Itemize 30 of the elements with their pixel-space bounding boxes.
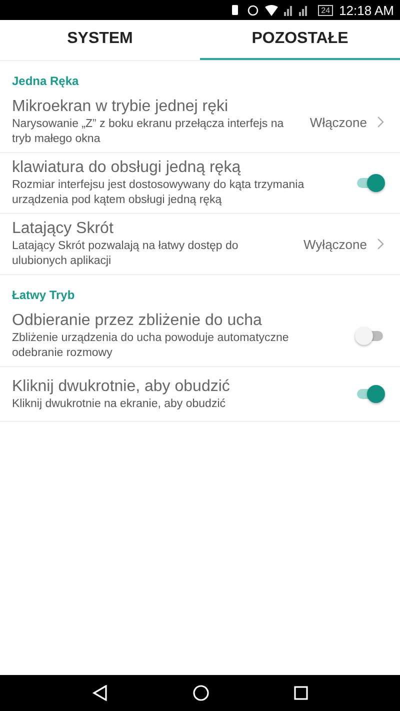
back-icon[interactable] (92, 685, 108, 701)
settings-row[interactable]: klawiatura do obsługi jedną ręką Rozmiar interfejsu jest dostosowywany do kąta trzymania urządzenia pod kątem obsługi jedną ręką (0, 153, 400, 214)
setting-description: Rozmiar interfejsu jest dostosowywany do kąta trzymania urządzenia pod kątem obsługi jedną ręką (12, 178, 306, 208)
recents-icon[interactable] (294, 686, 308, 700)
setting-title: Mikroekran w trybie jednej ręki (12, 97, 230, 117)
clock: 12:18 AM (339, 2, 394, 18)
battery-icon: 24 (318, 4, 334, 16)
alarm-icon (247, 4, 260, 16)
tab[interactable]: POZOSTAŁE (200, 20, 400, 60)
section-title: Łatwy Tryb (11, 287, 76, 304)
setting-value: Wyłączone (304, 236, 367, 252)
chevron-icon (377, 116, 385, 128)
section-title: Jedna Ręka (11, 73, 80, 90)
setting-value: Włączone (310, 114, 367, 130)
chevron-icon (377, 238, 385, 250)
setting-description: Kliknij dwukrotnie na ekranie, aby obudzić (12, 396, 227, 412)
setting-description: Zbliżenie urządzenia do ucha powoduje automatyczne odebranie rozmowy (12, 331, 290, 361)
setting-title: Latający Skrót (12, 219, 114, 239)
wifi-icon (265, 4, 278, 16)
tab[interactable]: SYSTEM (0, 20, 200, 60)
setting-description: Narysowanie „Z” z boku ekranu przełącza interfejs na tryb małego okna (12, 117, 285, 147)
setting-title: Odbieranie przez zbliżenie do ucha (12, 311, 263, 331)
setting-description: Latający Skrót pozwalają na łatwy dostęp do ulubionych aplikacji (12, 239, 240, 269)
setting-title: Kliknij dwukrotnie, aby obudzić (12, 376, 231, 396)
settings-row[interactable]: Kliknij dwukrotnie, aby obudzić Kliknij dwukrotnie na ekranie, aby obudzić (0, 367, 400, 422)
home-icon[interactable] (192, 685, 209, 701)
settings-row[interactable]: Mikroekran w trybie jednej ręki Narysowanie „Z” z boku ekranu przełącza interfejs na tryb małego okna Włączone (0, 92, 400, 153)
setting-title: klawiatura do obsługi jedną ręką (12, 158, 242, 178)
settings-row[interactable]: Odbieranie przez zbliżenie do ucha Zbliżenie urządzenia do ucha powoduje automatyczne odebranie rozmowy (0, 306, 400, 367)
settings-row[interactable]: Latający Skrót Latający Skrót pozwalają na łatwy dostęp do ulubionych aplikacji Wyłączone (0, 214, 400, 275)
